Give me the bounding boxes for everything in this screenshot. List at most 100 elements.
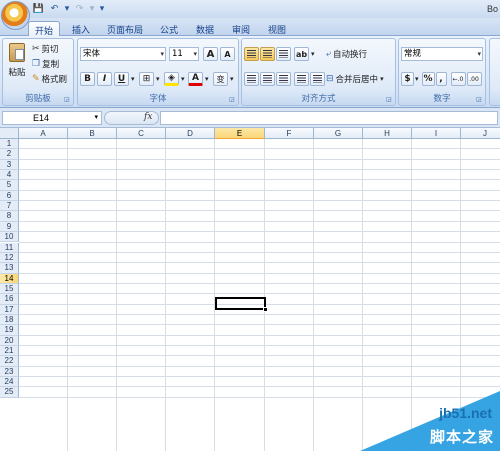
row-header[interactable]: 20	[0, 335, 19, 346]
row-header[interactable]: 5	[0, 180, 19, 191]
undo-dropdown-icon[interactable]: ▾	[64, 3, 70, 15]
tab-insert[interactable]: 插入	[66, 21, 96, 36]
wrap-text-button[interactable]: ⤶ 自动换行	[326, 48, 367, 60]
column-header[interactable]: A	[19, 128, 68, 139]
row-header[interactable]: 14	[0, 273, 19, 284]
decrease-decimal-icon[interactable]: .00	[466, 72, 482, 86]
row-header[interactable]: 3	[0, 159, 19, 171]
redo-dropdown-icon[interactable]: ▾	[89, 3, 95, 15]
increase-indent-icon[interactable]	[310, 72, 325, 86]
column-header[interactable]: C	[117, 128, 166, 139]
decrease-indent-icon[interactable]	[294, 72, 309, 86]
select-all-corner[interactable]	[0, 128, 19, 139]
row-header[interactable]: 2	[0, 149, 19, 160]
row-header[interactable]: 18	[0, 314, 19, 326]
currency-icon[interactable]: $	[401, 72, 414, 86]
redo-icon[interactable]: ↷	[73, 3, 86, 15]
percent-icon[interactable]: %	[421, 72, 435, 86]
row-header[interactable]: 23	[0, 366, 19, 378]
row-header[interactable]: 7	[0, 201, 19, 212]
font-size-select[interactable]: 11 ▾	[169, 47, 199, 61]
save-icon[interactable]: 💾	[32, 3, 45, 15]
align-left-icon[interactable]	[244, 72, 259, 86]
fill-handle[interactable]	[263, 307, 268, 312]
shrink-font-button[interactable]: A	[220, 47, 235, 61]
row-header[interactable]: 6	[0, 190, 19, 202]
tab-view[interactable]: 视图	[262, 21, 292, 36]
column-header[interactable]: J	[461, 128, 500, 139]
phonetic-button[interactable]: 变 ▾	[213, 72, 234, 86]
bold-button[interactable]: B	[80, 72, 95, 86]
paste-button[interactable]: 粘贴	[5, 43, 29, 87]
copy-button[interactable]: ❐ 复制	[32, 58, 59, 70]
orientation-button[interactable]: ab ▾	[294, 47, 315, 61]
row-header[interactable]: 11	[0, 242, 19, 253]
row-header[interactable]: 24	[0, 377, 19, 388]
row-header[interactable]: 17	[0, 304, 19, 315]
row-header[interactable]: 16	[0, 294, 19, 305]
alignment-launcher-icon[interactable]: ◲	[386, 96, 393, 103]
chevron-down-icon[interactable]: ▾	[131, 75, 135, 83]
column-header[interactable]: D	[166, 128, 215, 139]
customize-qat-icon[interactable]: ▾	[98, 3, 106, 15]
number-launcher-icon[interactable]: ◲	[476, 96, 483, 103]
tab-data[interactable]: 数据	[190, 21, 220, 36]
row-header[interactable]: 22	[0, 356, 19, 367]
number-format-select[interactable]: 常规 ▾	[401, 47, 483, 61]
formula-input[interactable]	[160, 111, 498, 125]
row-header[interactable]: 15	[0, 283, 19, 295]
column-header[interactable]: E	[215, 128, 265, 139]
row-header[interactable]: 21	[0, 346, 19, 357]
column-header[interactable]: H	[363, 128, 412, 139]
watermark-site-name: 脚本之家	[429, 428, 494, 446]
row-header[interactable]: 13	[0, 263, 19, 274]
cut-button[interactable]: ✂ 剪切	[32, 43, 59, 55]
font-launcher-icon[interactable]: ◲	[229, 96, 236, 103]
border-button[interactable]: ⊞ ▾	[139, 72, 160, 86]
column-header[interactable]: G	[314, 128, 363, 139]
align-middle-icon[interactable]	[260, 47, 275, 61]
row-header[interactable]: 10	[0, 232, 19, 243]
tab-page-layout[interactable]: 页面布局	[101, 21, 149, 36]
font-name-select[interactable]: 宋体 ▾	[80, 47, 166, 61]
column-header[interactable]: B	[68, 128, 117, 139]
grid-row-line	[19, 231, 500, 233]
merge-center-button[interactable]: ⊟ 合并后居中 ▾	[326, 73, 384, 85]
row-header[interactable]: 4	[0, 170, 19, 181]
tab-review[interactable]: 审阅	[226, 21, 256, 36]
row-header[interactable]: 1	[0, 139, 19, 150]
clipboard-launcher-icon[interactable]: ◲	[64, 96, 71, 103]
row-header[interactable]: 12	[0, 252, 19, 264]
underline-button[interactable]: U ▾	[114, 72, 135, 86]
chevron-down-icon[interactable]: ▾	[156, 75, 160, 83]
selected-cell[interactable]	[215, 297, 266, 310]
chevron-down-icon[interactable]: ▾	[205, 75, 209, 83]
column-header[interactable]: I	[412, 128, 461, 139]
office-button[interactable]	[1, 1, 30, 30]
italic-button[interactable]: I	[97, 72, 112, 86]
chevron-down-icon[interactable]: ▾	[230, 75, 234, 83]
insert-function-icon[interactable]: fx	[144, 112, 152, 122]
column-header[interactable]: F	[265, 128, 314, 139]
comma-icon[interactable]: ,	[435, 72, 447, 86]
row-header[interactable]: 25	[0, 387, 19, 398]
format-painter-button[interactable]: ✎ 格式刷	[32, 73, 67, 85]
name-box[interactable]: E14 ▾	[2, 111, 102, 125]
chevron-down-icon[interactable]: ▾	[415, 75, 419, 83]
row-header[interactable]: 19	[0, 325, 19, 336]
chevron-down-icon[interactable]: ▾	[181, 75, 185, 83]
undo-icon[interactable]: ↶	[48, 3, 61, 15]
fill-color-button[interactable]: ◈ ▾	[164, 72, 185, 86]
align-right-icon[interactable]	[276, 72, 291, 86]
row-header[interactable]: 9	[0, 221, 19, 233]
row-header[interactable]: 8	[0, 211, 19, 222]
align-bottom-icon[interactable]	[276, 47, 291, 61]
tab-formulas[interactable]: 公式	[154, 21, 184, 36]
align-center-icon[interactable]	[260, 72, 275, 86]
increase-decimal-icon[interactable]: ←.0	[450, 72, 466, 86]
tab-home[interactable]: 开始	[28, 21, 61, 37]
font-color-button[interactable]: A ▾	[188, 72, 209, 86]
align-top-icon[interactable]	[244, 47, 259, 61]
grow-font-button[interactable]: A	[203, 47, 218, 61]
watermark-url: jb51.net	[439, 405, 492, 421]
